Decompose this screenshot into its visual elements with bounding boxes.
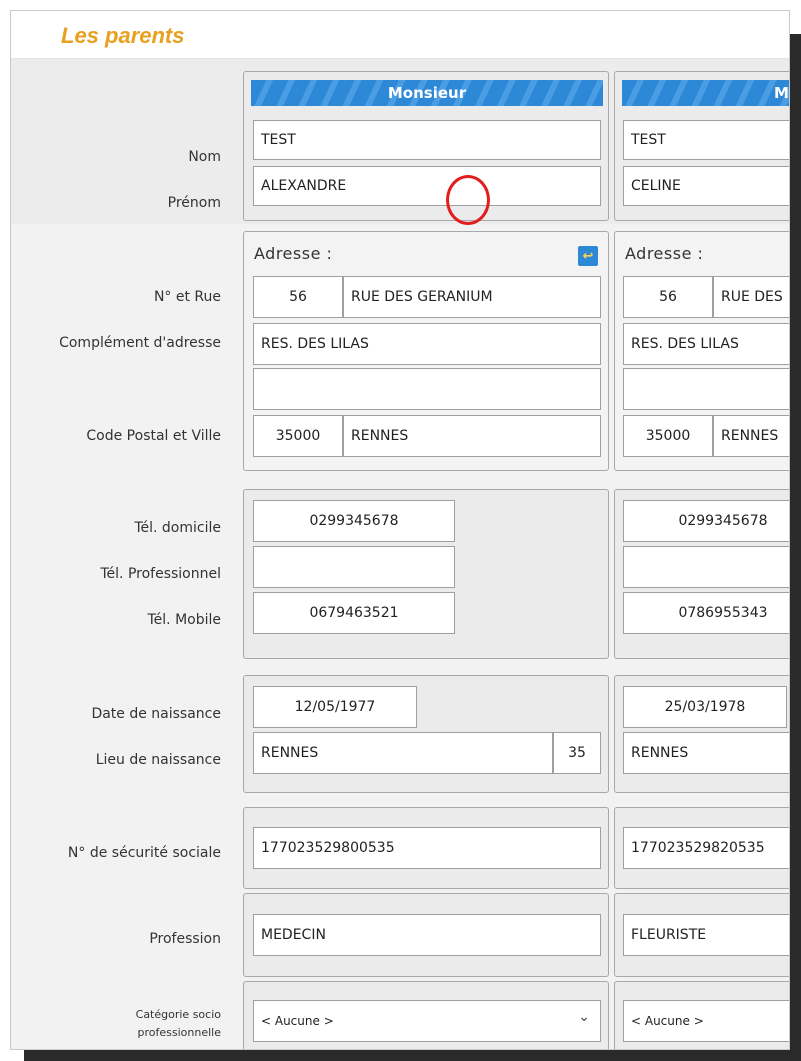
mother-profession-field[interactable]: FLEURISTE bbox=[623, 914, 789, 956]
father-street-field[interactable]: RUE DES GERANIUM bbox=[343, 276, 601, 318]
father-identity-group: Monsieur TEST ALEXANDRE bbox=[243, 71, 609, 221]
mother-birth-place-field[interactable]: RENNES bbox=[623, 732, 789, 774]
mother-csp-group: < Aucune > bbox=[614, 981, 789, 1049]
mother-csp-select[interactable]: < Aucune > bbox=[623, 1000, 789, 1042]
label-csp-line2: professionnelle bbox=[137, 1026, 221, 1039]
father-header: Monsieur bbox=[251, 80, 603, 106]
father-city-field[interactable]: RENNES bbox=[343, 415, 601, 457]
parents-panel: Les parents Monsieur TEST ALEXANDRE Mac … bbox=[10, 10, 790, 1050]
label-complement: Complément d'adresse bbox=[59, 335, 221, 351]
father-work-phone-field[interactable] bbox=[253, 546, 455, 588]
father-birth-place-field[interactable]: RENNES bbox=[253, 732, 553, 774]
father-address-label: Adresse : bbox=[254, 244, 333, 263]
father-birth-group: 12/05/1977 RENNES 35 bbox=[243, 675, 609, 793]
title-bar: Les parents bbox=[11, 11, 789, 59]
label-lieu-naissance: Lieu de naissance bbox=[95, 752, 221, 768]
label-csp-line1: Catégorie socio bbox=[135, 1008, 221, 1021]
mother-phone-group: 0299345678 0786955343 bbox=[614, 489, 789, 659]
annotation-circle bbox=[446, 175, 490, 225]
label-secu: N° de sécurité sociale bbox=[67, 845, 221, 861]
mother-complement-field-2[interactable] bbox=[623, 368, 789, 410]
mother-postal-code-field[interactable]: 35000 bbox=[623, 415, 713, 457]
mother-city-field[interactable]: RENNES bbox=[713, 415, 789, 457]
father-street-number-field[interactable]: 56 bbox=[253, 276, 343, 318]
label-rue: N° et Rue bbox=[153, 289, 221, 305]
father-secu-group: 177023529800535 bbox=[243, 807, 609, 889]
father-mobile-phone-field[interactable]: 0679463521 bbox=[253, 592, 455, 634]
label-nom: Nom bbox=[188, 149, 221, 165]
father-csp-select[interactable]: < Aucune > ⌄ bbox=[253, 1000, 601, 1042]
window-shadow-bottom bbox=[24, 1049, 801, 1061]
father-home-phone-field[interactable]: 0299345678 bbox=[253, 500, 455, 542]
father-nom-field[interactable]: TEST bbox=[253, 120, 601, 160]
label-prenom: Prénom bbox=[167, 195, 221, 211]
section-title: Les parents bbox=[61, 23, 185, 48]
mother-birth-date-field[interactable]: 25/03/1978 bbox=[623, 686, 787, 728]
copy-address-icon[interactable]: ↩ bbox=[578, 246, 598, 266]
mother-secu-group: 177023529820535 bbox=[614, 807, 789, 889]
mother-csp-value: < Aucune > bbox=[631, 1014, 704, 1028]
mother-address-label: Adresse : bbox=[625, 244, 704, 263]
label-profession: Profession bbox=[149, 931, 221, 947]
label-tel-domicile: Tél. domicile bbox=[134, 520, 221, 536]
father-complement-field-1[interactable]: RES. DES LILAS bbox=[253, 323, 601, 365]
mother-home-phone-field[interactable]: 0299345678 bbox=[623, 500, 789, 542]
mother-street-field[interactable]: RUE DES bbox=[713, 276, 789, 318]
father-csp-value: < Aucune > bbox=[261, 1014, 334, 1028]
label-cp-ville: Code Postal et Ville bbox=[86, 428, 221, 444]
mother-work-phone-field[interactable] bbox=[623, 546, 789, 588]
mother-mobile-phone-field[interactable]: 0786955343 bbox=[623, 592, 789, 634]
father-secu-field[interactable]: 177023529800535 bbox=[253, 827, 601, 869]
father-birth-dept-field[interactable]: 35 bbox=[553, 732, 601, 774]
mother-birth-group: 25/03/1978 RENNES bbox=[614, 675, 789, 793]
mother-secu-field[interactable]: 177023529820535 bbox=[623, 827, 789, 869]
father-complement-field-2[interactable] bbox=[253, 368, 601, 410]
mother-nom-field[interactable]: TEST bbox=[623, 120, 789, 160]
father-csp-group: < Aucune > ⌄ bbox=[243, 981, 609, 1049]
father-prenom-field[interactable]: ALEXANDRE bbox=[253, 166, 601, 206]
father-birth-date-field[interactable]: 12/05/1977 bbox=[253, 686, 417, 728]
mother-header: Mac bbox=[622, 80, 789, 106]
label-date-naissance: Date de naissance bbox=[91, 706, 221, 722]
label-tel-pro: Tél. Professionnel bbox=[100, 566, 221, 582]
chevron-down-icon[interactable]: ⌄ bbox=[578, 1009, 590, 1025]
mother-complement-field-1[interactable]: RES. DES LILAS bbox=[623, 323, 789, 365]
mother-address-group: Adresse : 56 RUE DES RES. DES LILAS 3500… bbox=[614, 231, 789, 471]
father-postal-code-field[interactable]: 35000 bbox=[253, 415, 343, 457]
window-shadow-right bbox=[790, 34, 801, 1061]
mother-prenom-field[interactable]: CELINE bbox=[623, 166, 789, 206]
father-profession-field[interactable]: MEDECIN bbox=[253, 914, 601, 956]
mother-identity-group: Mac TEST CELINE bbox=[614, 71, 789, 221]
label-csp: Catégorie socio professionnelle bbox=[136, 1006, 221, 1042]
father-profession-group: MEDECIN bbox=[243, 893, 609, 977]
mother-profession-group: FLEURISTE bbox=[614, 893, 789, 977]
mother-street-number-field[interactable]: 56 bbox=[623, 276, 713, 318]
father-address-group: Adresse : ↩ 56 RUE DES GERANIUM RES. DES… bbox=[243, 231, 609, 471]
label-tel-mobile: Tél. Mobile bbox=[147, 612, 222, 628]
father-phone-group: 0299345678 0679463521 bbox=[243, 489, 609, 659]
